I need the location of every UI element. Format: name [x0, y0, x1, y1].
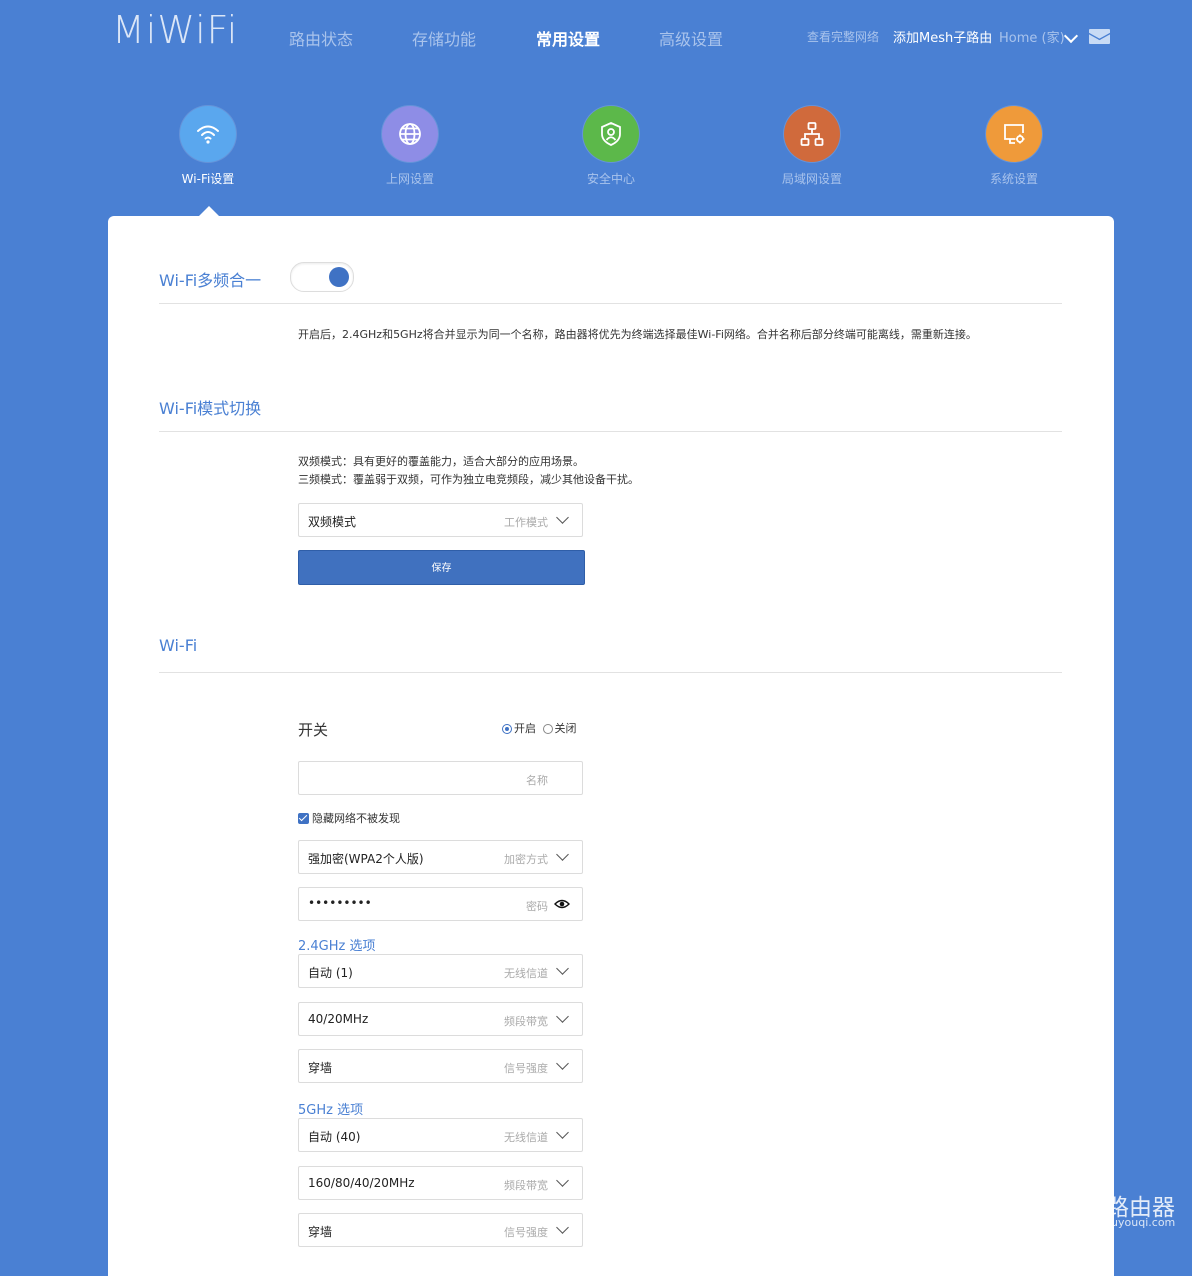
band24-signal-select[interactable]: 穿墙 信号强度 [298, 1049, 583, 1083]
band5-signal-select[interactable]: 穿墙 信号强度 [298, 1213, 583, 1247]
select-label: 频段带宽 [504, 1015, 548, 1028]
divider [159, 431, 1062, 432]
save-button[interactable]: 保存 [298, 550, 585, 585]
category-label: 局域网设置 [781, 172, 842, 186]
wifi-switch-radio-group: 开启 关闭 [502, 720, 577, 736]
select-label: 无线信道 [504, 967, 548, 980]
home-dropdown[interactable]: Home (家) [999, 27, 1065, 46]
select-label: 加密方式 [504, 853, 548, 866]
mail-icon[interactable] [1089, 29, 1110, 44]
work-mode-select[interactable]: 双频模式 工作模式 [298, 503, 583, 537]
wifi-icon [180, 106, 236, 162]
category-wifi-settings[interactable]: Wi-Fi设置 [138, 106, 278, 187]
category-label: 安全中心 [586, 172, 635, 186]
multiband-toggle[interactable] [290, 262, 354, 292]
chevron-down-icon [556, 962, 569, 975]
view-full-network-link[interactable]: 查看完整网络 [807, 28, 879, 45]
checkbox-label: 隐藏网络不被发现 [312, 812, 400, 825]
select-value: 160/80/40/20MHz [308, 1176, 415, 1190]
miwifi-logo: MiWiFi [112, 8, 239, 52]
band24-title: 2.4GHz 选项 [298, 939, 376, 954]
select-label: 工作模式 [504, 516, 548, 529]
chevron-down-icon [556, 1010, 569, 1023]
wifi-switch-label: 开关 [298, 721, 329, 739]
radio-on[interactable] [502, 724, 512, 734]
select-value: 自动 (40) [308, 1130, 361, 1144]
category-label: Wi-Fi设置 [181, 172, 235, 186]
band5-title: 5GHz 选项 [298, 1103, 364, 1118]
chevron-down-icon [556, 511, 569, 524]
select-label: 信号强度 [504, 1062, 548, 1075]
select-value: 穿墙 [308, 1225, 333, 1239]
select-value: 穿墙 [308, 1061, 333, 1075]
input-label: 密码 [526, 900, 548, 913]
divider [159, 672, 1062, 673]
band5-channel-select[interactable]: 自动 (40) 无线信道 [298, 1118, 583, 1152]
multiband-title: Wi-Fi多频合一 [159, 271, 262, 290]
toggle-knob [329, 267, 349, 287]
nav-advanced-settings[interactable]: 高级设置 [659, 26, 723, 50]
mode-title: Wi-Fi模式切换 [159, 399, 262, 418]
chevron-down-icon [556, 1126, 569, 1139]
multiband-description: 开启后，2.4GHz和5GHz将合并显示为同一个名称，路由器将优先为终端选择最佳… [298, 328, 977, 341]
eye-icon[interactable] [554, 899, 570, 909]
select-value: 自动 (1) [308, 966, 353, 980]
wifi-name-input[interactable]: 名称 [298, 761, 583, 795]
password-input[interactable]: ••••••••• 密码 [298, 887, 583, 921]
nav-common-settings[interactable]: 常用设置 [536, 26, 600, 50]
band24-bandwidth-select[interactable]: 40/20MHz 频段带宽 [298, 1002, 583, 1036]
radio-off-label[interactable]: 关闭 [555, 722, 577, 735]
radio-off[interactable] [542, 724, 553, 734]
select-value: 强加密(WPA2个人版) [308, 852, 424, 866]
chevron-down-icon [556, 1221, 569, 1234]
router-icon [1050, 1186, 1098, 1234]
hide-network-checkbox[interactable]: 隐藏网络不被发现 [298, 810, 400, 826]
globe-icon [382, 106, 438, 162]
category-lan-settings[interactable]: 局域网设置 [742, 106, 882, 187]
nav-storage[interactable]: 存储功能 [412, 26, 476, 50]
checkbox-icon[interactable] [298, 813, 309, 824]
band5-bandwidth-select[interactable]: 160/80/40/20MHz 频段带宽 [298, 1166, 583, 1200]
network-icon [784, 106, 840, 162]
divider [159, 303, 1062, 304]
nav-router-status[interactable]: 路由状态 [289, 26, 353, 50]
input-value: ••••••••• [308, 896, 372, 910]
category-label: 上网设置 [385, 172, 434, 186]
settings-panel: Wi-Fi多频合一 开启后，2.4GHz和5GHz将合并显示为同一个名称，路由器… [108, 216, 1114, 1276]
shield-icon [583, 106, 639, 162]
select-label: 信号强度 [504, 1226, 548, 1239]
select-label: 无线信道 [504, 1131, 548, 1144]
wifi-title: Wi-Fi [159, 636, 198, 655]
category-internet-settings[interactable]: 上网设置 [340, 106, 480, 187]
select-value: 双频模式 [308, 515, 357, 529]
category-label: 系统设置 [989, 172, 1038, 186]
category-system-settings[interactable]: 系统设置 [944, 106, 1084, 187]
band24-channel-select[interactable]: 自动 (1) 无线信道 [298, 954, 583, 988]
watermark-url: luyouqi.com [1108, 1216, 1176, 1229]
select-value: 40/20MHz [308, 1012, 369, 1026]
system-settings-icon [986, 106, 1042, 162]
active-category-pointer [199, 206, 219, 216]
chevron-down-icon [556, 848, 569, 861]
category-security-center[interactable]: 安全中心 [541, 106, 681, 187]
select-label: 频段带宽 [504, 1179, 548, 1192]
encryption-select[interactable]: 强加密(WPA2个人版) 加密方式 [298, 840, 583, 874]
chevron-down-icon[interactable] [1063, 28, 1079, 44]
watermark: 路由器 luyouqi.com [1050, 1186, 1190, 1236]
add-mesh-link[interactable]: 添加Mesh子路由 [893, 27, 992, 46]
chevron-down-icon [556, 1057, 569, 1070]
mode-desc-tri: 三频模式：覆盖弱于双频，可作为独立电竞频段，减少其他设备干扰。 [298, 473, 639, 486]
input-placeholder: 名称 [526, 774, 548, 787]
mode-desc-dual: 双频模式：具有更好的覆盖能力，适合大部分的应用场景。 [298, 455, 584, 468]
radio-on-label[interactable]: 开启 [514, 722, 536, 735]
chevron-down-icon [556, 1174, 569, 1187]
